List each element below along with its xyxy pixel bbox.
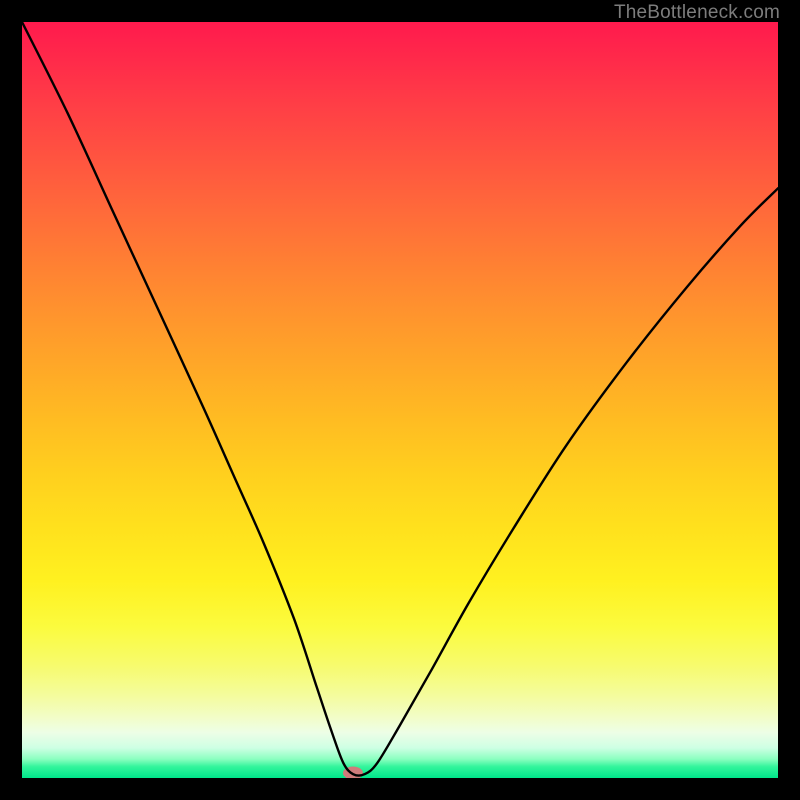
bottleneck-curve bbox=[22, 22, 778, 778]
chart-frame: TheBottleneck.com bbox=[0, 0, 800, 800]
plot-area bbox=[22, 22, 778, 778]
watermark-text: TheBottleneck.com bbox=[614, 2, 780, 24]
